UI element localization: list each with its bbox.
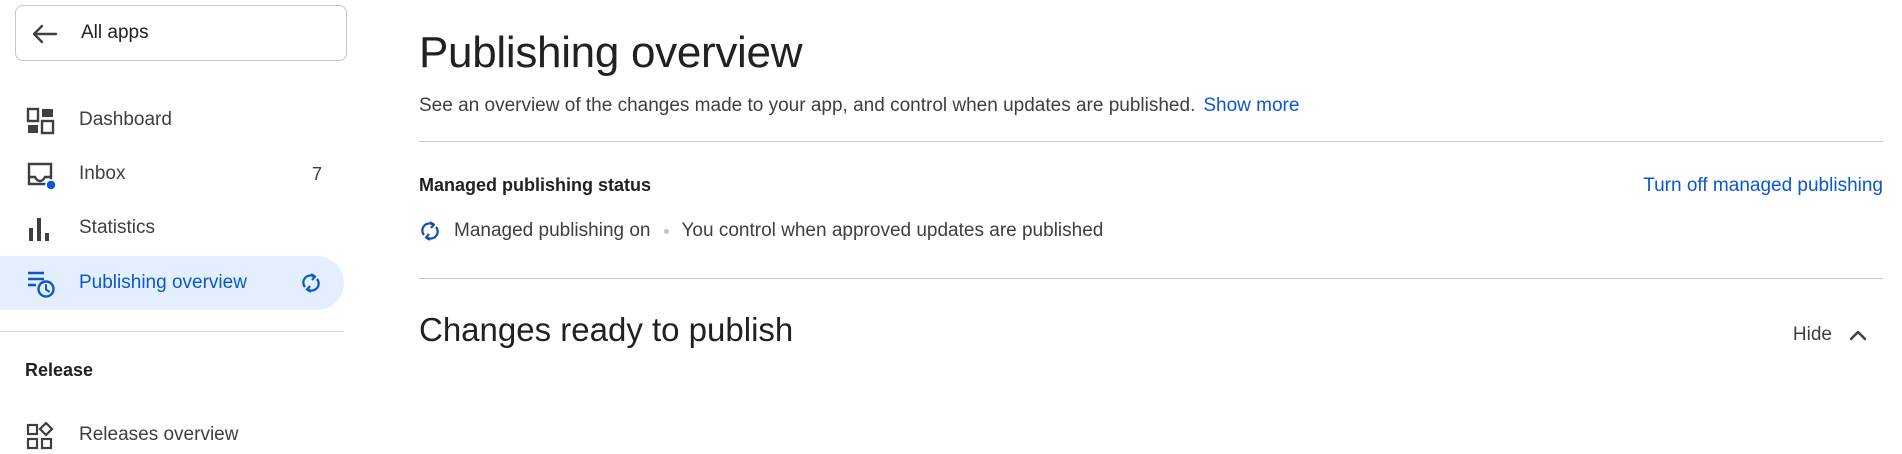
- sidebar: All apps Dashboard Inbox 7 Statistics Pu…: [0, 0, 347, 454]
- sidebar-item-label: Statistics: [79, 217, 156, 238]
- inbox-icon: [27, 162, 56, 190]
- page-title: Publishing overview: [419, 28, 803, 77]
- sidebar-item-label: Inbox: [79, 163, 126, 184]
- publishing-overview-icon: [28, 271, 55, 298]
- all-apps-button[interactable]: All apps: [15, 5, 347, 61]
- main-content: Publishing overview See an overview of t…: [419, 0, 1883, 454]
- divider: [419, 141, 1883, 142]
- sync-icon: [421, 221, 439, 241]
- managed-publishing-status-row: Managed publishing on You control when a…: [419, 219, 1103, 243]
- arrow-back-icon: [32, 24, 58, 44]
- managed-status-detail: You control when approved updates are pu…: [681, 220, 1104, 241]
- sidebar-item-label: Releases overview: [79, 424, 239, 445]
- inbox-count-badge: 7: [311, 163, 322, 184]
- sidebar-item-inbox[interactable]: Inbox 7: [0, 147, 344, 201]
- hide-changes-button[interactable]: Hide: [1793, 324, 1868, 346]
- turn-off-managed-publishing-link[interactable]: Turn off managed publishing: [1643, 175, 1883, 197]
- sync-icon: [302, 273, 320, 293]
- page-description: See an overview of the changes made to y…: [419, 95, 1299, 117]
- sidebar-item-releases-overview[interactable]: Releases overview: [0, 408, 344, 454]
- managed-publishing-status-title: Managed publishing status: [419, 175, 652, 195]
- sidebar-divider: [0, 331, 344, 332]
- sidebar-item-label: Dashboard: [79, 109, 172, 130]
- managed-status-text: Managed publishing on: [454, 220, 651, 241]
- divider: [419, 278, 1883, 279]
- sidebar-item-publishing-overview[interactable]: Publishing overview: [0, 256, 344, 310]
- show-more-link[interactable]: Show more: [1203, 95, 1299, 116]
- description-text: See an overview of the changes made to y…: [419, 95, 1196, 116]
- bar-chart-icon: [29, 218, 49, 241]
- hide-label: Hide: [1792, 324, 1832, 345]
- sidebar-item-label: Publishing overview: [79, 272, 247, 293]
- release-section-title: Release: [25, 360, 94, 380]
- chevron-up-icon: [1849, 330, 1867, 341]
- changes-ready-title: Changes ready to publish: [419, 311, 794, 348]
- sidebar-item-dashboard[interactable]: Dashboard: [0, 93, 344, 147]
- separator-dot: [663, 228, 669, 234]
- all-apps-label: All apps: [81, 22, 149, 43]
- sidebar-item-statistics[interactable]: Statistics: [0, 201, 344, 255]
- app: All apps Dashboard Inbox 7 Statistics Pu…: [0, 0, 1902, 454]
- dashboard-icon: [26, 107, 55, 135]
- releases-overview-icon: [26, 421, 54, 450]
